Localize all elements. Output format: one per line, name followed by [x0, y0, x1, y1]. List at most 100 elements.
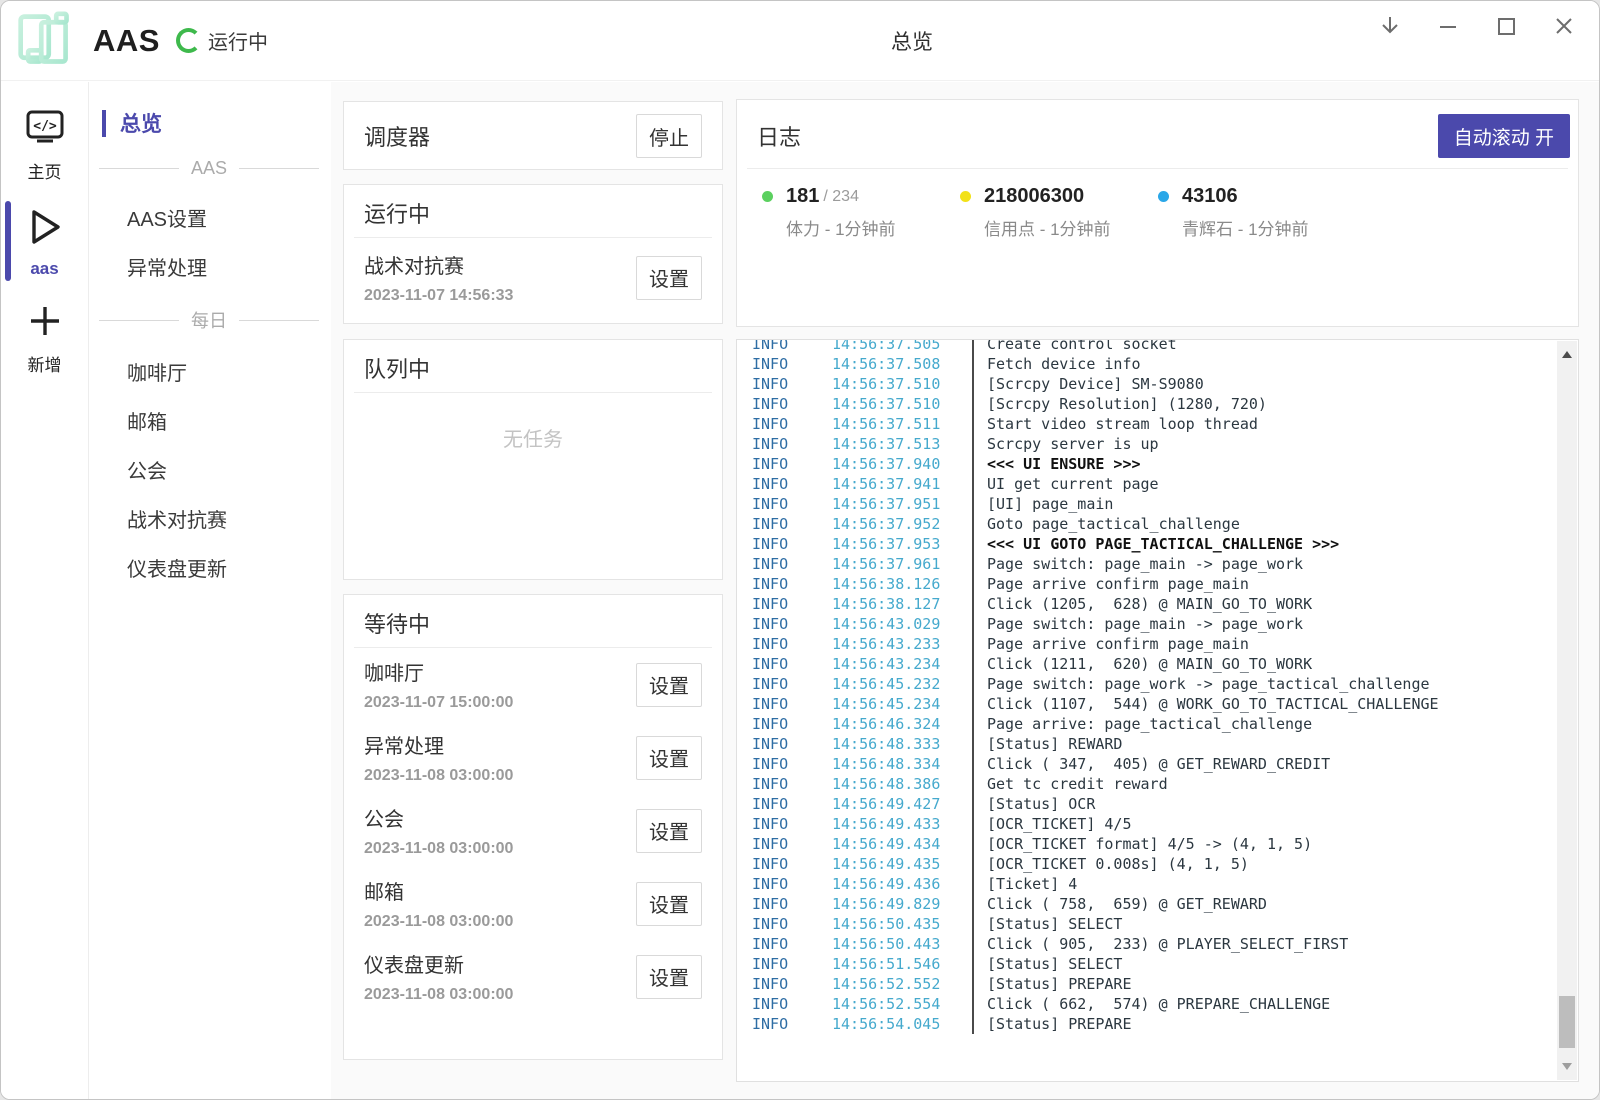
- log-line: INFO14:56:52.554Click ( 662, 574) @ PREP…: [752, 994, 1578, 1014]
- log-time: 14:56:37.510: [832, 374, 972, 394]
- log-time: 14:56:45.232: [832, 674, 972, 694]
- log-line: INFO14:56:37.961Page switch: page_main -…: [752, 554, 1578, 574]
- log-level: INFO: [752, 874, 832, 894]
- task-settings-button[interactable]: 设置: [636, 736, 702, 780]
- log-scrollbar[interactable]: [1557, 341, 1577, 1080]
- log-time: 14:56:54.045: [832, 1014, 972, 1034]
- download-icon[interactable]: [1377, 13, 1403, 39]
- active-indicator: [5, 201, 11, 281]
- log-output[interactable]: INFO14:56:37.505Create control socketINF…: [736, 339, 1579, 1082]
- autoscroll-toggle[interactable]: 自动滚动 开: [1438, 114, 1570, 158]
- log-line: INFO14:56:50.443Click ( 905, 233) @ PLAY…: [752, 934, 1578, 954]
- log-line: INFO14:56:49.434[OCR_TICKET format] 4/5 …: [752, 834, 1578, 854]
- queue-title: 队列中: [364, 352, 430, 384]
- log-stat: 43106青辉石 - 1分钟前: [1158, 185, 1356, 240]
- window-controls: [1377, 13, 1577, 39]
- log-message: <<< UI ENSURE >>>: [972, 454, 1141, 474]
- log-level: INFO: [752, 574, 832, 594]
- rail-item-aas[interactable]: aas: [1, 193, 88, 289]
- log-line: INFO14:56:48.333[Status] REWARD: [752, 734, 1578, 754]
- menu-item-1-3[interactable]: 战术对抗赛: [89, 494, 331, 543]
- task-time: 2023-11-08 03:00:00: [364, 913, 513, 931]
- menu-item-overview[interactable]: 总览: [89, 108, 331, 138]
- task-settings-button[interactable]: 设置: [636, 256, 702, 300]
- log-level: INFO: [752, 454, 832, 474]
- log-message: [Scrcpy Resolution] (1280, 720): [972, 394, 1267, 414]
- menu-item-1-0[interactable]: 咖啡厅: [89, 347, 331, 396]
- task-settings-button[interactable]: 设置: [636, 882, 702, 926]
- rail-item-label: 新增: [28, 351, 62, 376]
- stat-label: 体力 - 1分钟前: [786, 215, 960, 240]
- log-level: INFO: [752, 654, 832, 674]
- log-line: INFO14:56:46.324Page arrive: page_tactic…: [752, 714, 1578, 734]
- log-line: INFO14:56:37.951[UI] page_main: [752, 494, 1578, 514]
- task-name: 咖啡厅: [364, 657, 513, 686]
- log-time: 14:56:37.940: [832, 454, 972, 474]
- log-time: 14:56:50.443: [832, 934, 972, 954]
- app-window: AAS 运行中 总览 </> 主页: [0, 0, 1600, 1100]
- log-message: Click ( 347, 405) @ GET_REWARD_CREDIT: [972, 754, 1330, 774]
- log-time: 14:56:50.435: [832, 914, 972, 934]
- menu-item-0-1[interactable]: 异常处理: [89, 242, 331, 291]
- log-level: INFO: [752, 494, 832, 514]
- log-line: INFO14:56:37.511Start video stream loop …: [752, 414, 1578, 434]
- divider-line: [99, 320, 179, 321]
- rail-item-home[interactable]: </> 主页: [1, 96, 88, 193]
- stop-button[interactable]: 停止: [636, 114, 702, 158]
- log-line: INFO14:56:48.386Get tc credit reward: [752, 774, 1578, 794]
- log-message: [OCR_TICKET] 4/5: [972, 814, 1132, 834]
- menu-item-1-1[interactable]: 邮箱: [89, 396, 331, 445]
- waiting-title: 等待中: [364, 607, 430, 639]
- log-level: INFO: [752, 634, 832, 654]
- scroll-down-icon[interactable]: [1562, 1063, 1572, 1070]
- waiting-task-row: 异常处理2023-11-08 03:00:00设置: [344, 721, 722, 794]
- menu-section-label: 每日: [191, 307, 227, 333]
- task-name: 异常处理: [364, 730, 513, 759]
- log-time: 14:56:37.513: [832, 434, 972, 454]
- log-line: INFO14:56:50.435[Status] SELECT: [752, 914, 1578, 934]
- log-message: Click (1107, 544) @ WORK_GO_TO_TACTICAL_…: [972, 694, 1439, 714]
- scroll-up-icon[interactable]: [1562, 351, 1572, 358]
- log-line: INFO14:56:49.427[Status] OCR: [752, 794, 1578, 814]
- log-time: 14:56:49.435: [832, 854, 972, 874]
- close-icon[interactable]: [1551, 13, 1577, 39]
- log-level: INFO: [752, 914, 832, 934]
- log-level: INFO: [752, 1014, 832, 1034]
- log-message: Click ( 758, 659) @ GET_REWARD: [972, 894, 1267, 914]
- waiting-task-row: 咖啡厅2023-11-07 15:00:00设置: [344, 648, 722, 721]
- queue-card: 队列中 无任务: [343, 339, 723, 580]
- log-line: INFO14:56:45.234Click (1107, 544) @ WORK…: [752, 694, 1578, 714]
- log-line: INFO14:56:43.233Page arrive confirm page…: [752, 634, 1578, 654]
- log-message: [UI] page_main: [972, 494, 1113, 514]
- menu-item-1-4[interactable]: 仪表盘更新: [89, 543, 331, 592]
- log-line: INFO14:56:37.953<<< UI GOTO PAGE_TACTICA…: [752, 534, 1578, 554]
- log-line: INFO14:56:37.510[Scrcpy Device] SM-S9080: [752, 374, 1578, 394]
- menu-item-0-0[interactable]: AAS设置: [89, 193, 331, 242]
- log-message: UI get current page: [972, 474, 1159, 494]
- log-stat: 218006300信用点 - 1分钟前: [960, 185, 1158, 240]
- log-message: Goto page_tactical_challenge: [972, 514, 1240, 534]
- log-message: Fetch device info: [972, 354, 1141, 374]
- log-time: 14:56:38.126: [832, 574, 972, 594]
- log-time: 14:56:37.952: [832, 514, 972, 534]
- task-settings-button[interactable]: 设置: [636, 663, 702, 707]
- log-line: INFO14:56:52.552[Status] PREPARE: [752, 974, 1578, 994]
- minimize-icon[interactable]: [1435, 13, 1461, 39]
- task-settings-button[interactable]: 设置: [636, 955, 702, 999]
- rail-item-add[interactable]: 新增: [1, 289, 88, 386]
- rail-item-label: aas: [30, 259, 58, 279]
- log-level: INFO: [752, 594, 832, 614]
- scrollbar-thumb[interactable]: [1559, 996, 1575, 1048]
- task-settings-button[interactable]: 设置: [636, 809, 702, 853]
- log-time: 14:56:52.554: [832, 994, 972, 1014]
- log-level: INFO: [752, 794, 832, 814]
- log-card: 日志 自动滚动 开 181 / 234体力 - 1分钟前218006300信用点…: [736, 99, 1579, 327]
- running-task-row: 战术对抗赛 2023-11-07 14:56:33 设置: [344, 238, 722, 314]
- log-line: INFO14:56:37.952Goto page_tactical_chall…: [752, 514, 1578, 534]
- icon-rail: </> 主页 aas 新增: [1, 82, 89, 1099]
- log-message: Start video stream loop thread: [972, 414, 1258, 434]
- log-level: INFO: [752, 394, 832, 414]
- menu-item-1-2[interactable]: 公会: [89, 445, 331, 494]
- maximize-icon[interactable]: [1493, 13, 1519, 39]
- divider-line: [239, 320, 319, 321]
